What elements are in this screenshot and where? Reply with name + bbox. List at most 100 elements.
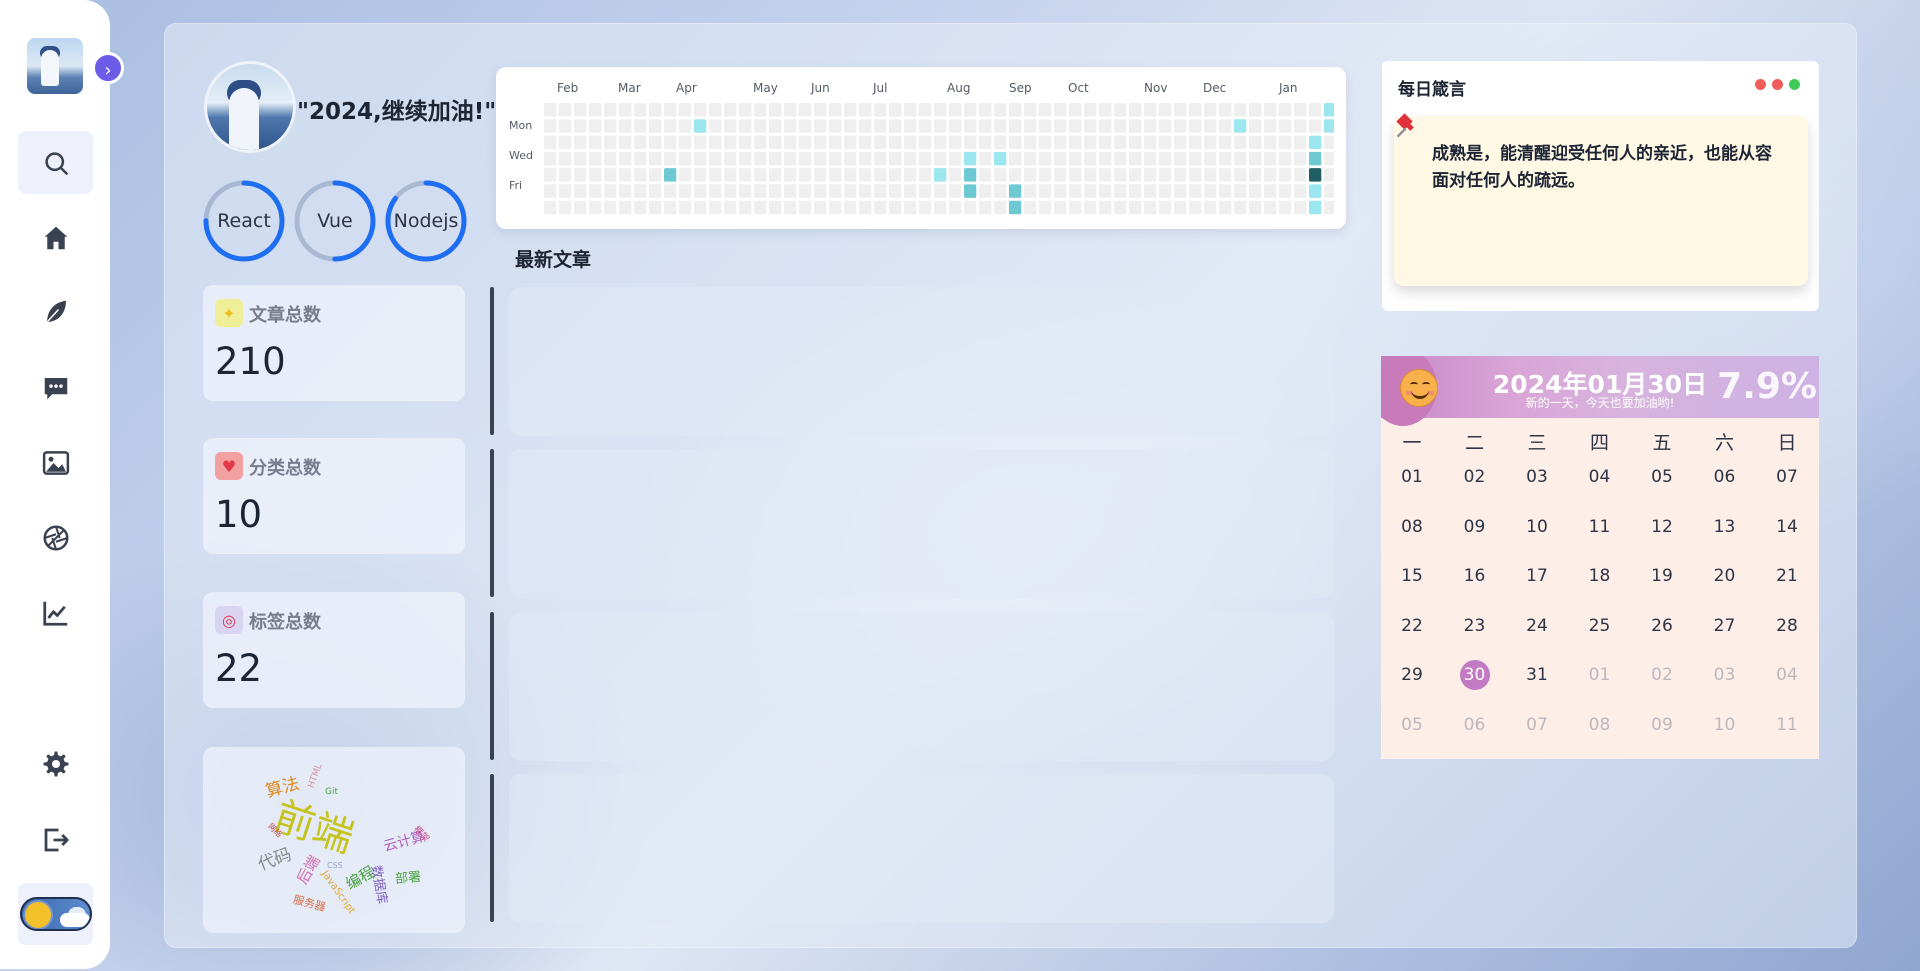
heatmap-cell[interactable]	[1249, 168, 1262, 182]
heatmap-cell[interactable]	[589, 119, 602, 133]
calendar-day[interactable]: 17	[1506, 561, 1568, 591]
post-card[interactable]	[509, 774, 1334, 923]
heatmap-cell[interactable]	[1144, 103, 1157, 117]
heatmap-cell[interactable]	[694, 184, 707, 198]
heatmap-cell[interactable]	[829, 103, 842, 117]
heatmap-cell[interactable]	[1174, 135, 1187, 150]
heatmap-cell[interactable]	[1324, 103, 1334, 117]
heatmap-cell[interactable]	[1129, 168, 1142, 182]
heatmap-cell[interactable]	[544, 200, 557, 215]
heatmap-cell[interactable]	[919, 168, 932, 182]
heatmap-cell[interactable]	[724, 200, 737, 215]
calendar-day[interactable]: 23	[1444, 611, 1506, 641]
heatmap-cell[interactable]	[724, 168, 737, 182]
heatmap-cell[interactable]	[1114, 103, 1127, 117]
heatmap-cell[interactable]	[559, 103, 572, 117]
heatmap-cell[interactable]	[829, 168, 842, 182]
heatmap-cell[interactable]	[1219, 119, 1232, 133]
heatmap-cell[interactable]	[934, 184, 947, 198]
heatmap-cell[interactable]	[1219, 103, 1232, 117]
heatmap-cell[interactable]	[829, 135, 842, 150]
sidebar-item-home[interactable]	[18, 206, 93, 269]
heatmap-cell[interactable]	[1189, 119, 1202, 133]
heatmap-cell[interactable]	[634, 103, 647, 117]
heatmap-cell[interactable]	[1309, 135, 1322, 150]
heatmap-cell[interactable]	[829, 151, 842, 166]
heatmap-cell[interactable]	[1324, 119, 1334, 133]
heatmap-cell[interactable]	[1189, 151, 1202, 166]
heatmap-cell[interactable]	[1129, 119, 1142, 133]
heatmap-cell[interactable]	[964, 168, 977, 182]
heatmap-cell[interactable]	[1249, 119, 1262, 133]
calendar-day[interactable]: 03	[1694, 660, 1756, 690]
heatmap-cell[interactable]	[1069, 135, 1082, 150]
heatmap-cell[interactable]	[649, 184, 662, 198]
heatmap-cell[interactable]	[634, 184, 647, 198]
heatmap-cell[interactable]	[1249, 200, 1262, 215]
heatmap-cell[interactable]	[1114, 119, 1127, 133]
wordcloud-word[interactable]: 后端	[291, 851, 324, 887]
heatmap-cell[interactable]	[904, 184, 917, 198]
heatmap-cell[interactable]	[1249, 184, 1262, 198]
heatmap-cell[interactable]	[1204, 168, 1217, 182]
heatmap-cell[interactable]	[859, 200, 872, 215]
heatmap-cell[interactable]	[589, 103, 602, 117]
heatmap-cell[interactable]	[574, 184, 587, 198]
heatmap-cell[interactable]	[544, 184, 557, 198]
heatmap-cell[interactable]	[919, 119, 932, 133]
heatmap-cell[interactable]	[664, 200, 677, 215]
heatmap-cell[interactable]	[724, 135, 737, 150]
heatmap-cell[interactable]	[934, 168, 947, 182]
heatmap-cell[interactable]	[739, 184, 752, 198]
heatmap-cell[interactable]	[799, 151, 812, 166]
heatmap-cell[interactable]	[964, 200, 977, 215]
heatmap-cell[interactable]	[679, 168, 692, 182]
heatmap-cell[interactable]	[769, 168, 782, 182]
heatmap-cell[interactable]	[1309, 151, 1322, 166]
heatmap-cell[interactable]	[679, 151, 692, 166]
heatmap-cell[interactable]	[844, 119, 857, 133]
calendar-day[interactable]: 25	[1569, 611, 1631, 641]
heatmap-cell[interactable]	[874, 119, 887, 133]
heatmap-cell[interactable]	[1204, 184, 1217, 198]
heatmap-cell[interactable]	[904, 168, 917, 182]
heatmap-cell[interactable]	[904, 151, 917, 166]
heatmap-cell[interactable]	[769, 151, 782, 166]
heatmap-cell[interactable]	[874, 151, 887, 166]
heatmap-cell[interactable]	[619, 119, 632, 133]
heatmap-cell[interactable]	[694, 151, 707, 166]
heatmap-cell[interactable]	[979, 119, 992, 133]
heatmap-cell[interactable]	[1054, 103, 1067, 117]
wordcloud-word[interactable]: 数据库	[368, 864, 393, 905]
heatmap-cell[interactable]	[1144, 119, 1157, 133]
heatmap-cell[interactable]	[1234, 103, 1247, 117]
calendar-day[interactable]: 15	[1381, 561, 1443, 591]
heatmap-cell[interactable]	[574, 119, 587, 133]
heatmap-cell[interactable]	[964, 103, 977, 117]
heatmap-cell[interactable]	[559, 135, 572, 150]
calendar-day[interactable]: 12	[1631, 512, 1693, 542]
heatmap-cell[interactable]	[649, 119, 662, 133]
calendar-day[interactable]: 21	[1756, 561, 1818, 591]
calendar-day[interactable]: 19	[1631, 561, 1693, 591]
heatmap-cell[interactable]	[1129, 184, 1142, 198]
calendar-day[interactable]: 04	[1569, 462, 1631, 492]
heatmap-cell[interactable]	[1234, 184, 1247, 198]
wordcloud-word[interactable]: 服务器	[291, 891, 327, 915]
heatmap-cell[interactable]	[1264, 200, 1277, 215]
heatmap-cell[interactable]	[1114, 168, 1127, 182]
heatmap-cell[interactable]	[1159, 168, 1172, 182]
heatmap-cell[interactable]	[799, 168, 812, 182]
heatmap-cell[interactable]	[559, 151, 572, 166]
heatmap-cell[interactable]	[1189, 103, 1202, 117]
heatmap-cell[interactable]	[934, 135, 947, 150]
heatmap-cell[interactable]	[1024, 103, 1037, 117]
heatmap-cell[interactable]	[1279, 168, 1292, 182]
calendar-day[interactable]: 01	[1381, 462, 1443, 492]
heatmap-cell[interactable]	[934, 200, 947, 215]
heatmap-cell[interactable]	[799, 135, 812, 150]
calendar-day[interactable]: 29	[1381, 660, 1443, 690]
heatmap-cell[interactable]	[604, 184, 617, 198]
sidebar-item-logout[interactable]	[18, 808, 93, 871]
heatmap-cell[interactable]	[559, 168, 572, 182]
